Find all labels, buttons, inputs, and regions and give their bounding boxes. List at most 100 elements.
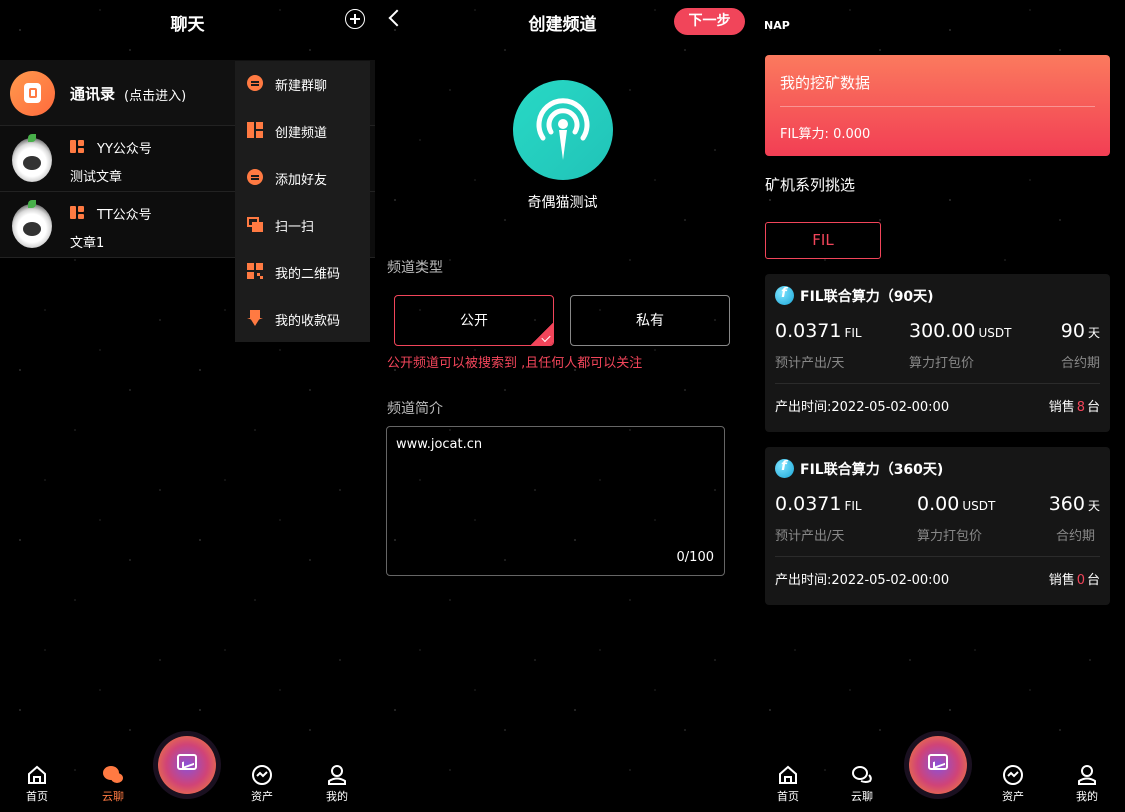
output-time: 产出时间:2022-05-02-00:00: [775, 573, 950, 588]
channel-intro-textarea[interactable]: www.jocat.cn 0/100: [386, 426, 725, 576]
official-account-icon: [70, 140, 84, 153]
center-action-button[interactable]: [158, 736, 216, 794]
menu-item-label: 新建群聊: [275, 79, 328, 94]
qr-code-icon: [247, 263, 263, 279]
tab-label: 资产: [1002, 790, 1024, 803]
term-value: 360 天: [1048, 493, 1100, 515]
filecoin-icon: [775, 286, 794, 305]
tab-home[interactable]: 首页: [12, 764, 62, 804]
tab-chat[interactable]: 云聊: [88, 764, 138, 804]
menu-item-new-group[interactable]: 新建群聊: [235, 61, 370, 108]
chat-header: 聊天: [0, 0, 375, 44]
tab-label: 云聊: [102, 790, 124, 803]
user-icon: [1076, 764, 1098, 786]
fil-power: FIL算力: 0.000: [780, 127, 871, 142]
grid-icon: [247, 122, 263, 138]
product-card[interactable]: FIL联合算力（90天) 0.0371FIL 预计产出/天 300.00USDT…: [765, 274, 1110, 432]
divider: [780, 106, 1095, 107]
menu-item-create-channel[interactable]: 创建频道: [235, 108, 370, 155]
chat-screen: 聊天 通讯录 (点击进入) YY公众号 测试文章 TT公众号 文章1 新建群聊 …: [0, 0, 375, 812]
channel-name: 奇偶猫测试: [527, 195, 598, 211]
intro-text: www.jocat.cn: [396, 437, 483, 452]
series-title: 矿机系列挑选: [765, 176, 856, 194]
tab-home[interactable]: 首页: [763, 764, 813, 804]
menu-item-payment-code[interactable]: 我的收款码: [235, 296, 370, 343]
public-type-option[interactable]: 公开: [394, 295, 554, 346]
tab-mine[interactable]: 我的: [312, 764, 362, 804]
avatar: [12, 134, 52, 182]
next-step-button[interactable]: 下一步: [674, 8, 745, 35]
filecoin-icon: [775, 459, 794, 478]
term-value: 90 天: [1060, 320, 1100, 342]
create-channel-screen: 创建频道 下一步 奇偶猫测试 频道类型 公开 私有 公开频道可以被搜索到 ,且任…: [375, 0, 750, 812]
account-name: TT公众号: [97, 208, 152, 223]
download-shield-icon: [247, 310, 263, 326]
broadcast-antenna-icon: [536, 98, 590, 160]
product-name: FIL联合算力（90天): [800, 289, 934, 305]
channel-type-label: 频道类型: [387, 260, 443, 276]
account-article: 测试文章: [70, 170, 123, 185]
fil-filter-chip[interactable]: FIL: [765, 222, 881, 259]
chat-bubble-icon: [247, 75, 263, 91]
avatar: [12, 200, 52, 248]
output-value: 0.0371 FIL: [775, 493, 862, 515]
price-value: 300.00 USDT: [909, 320, 1012, 342]
chat-bubbles-icon: [851, 764, 873, 786]
term-label: 合约期: [1060, 356, 1100, 371]
tab-mine[interactable]: 我的: [1062, 764, 1112, 804]
scan-icon: [247, 216, 263, 232]
official-account-icon: [70, 206, 84, 219]
chat-bubble-icon: [247, 169, 263, 185]
tab-assets[interactable]: 资产: [237, 764, 287, 804]
mining-screen: NAP 我的挖矿数据 FIL算力: 0.000 矿机系列挑选 FIL FIL联合…: [750, 0, 1125, 812]
contacts-subtitle: (点击进入): [124, 89, 187, 104]
price-value: 0.00 USDT: [917, 493, 996, 515]
menu-item-label: 我的二维码: [275, 267, 341, 282]
contacts-title: 通讯录: [70, 85, 116, 103]
assets-gauge-icon: [1002, 764, 1024, 786]
public-type-label: 公开: [460, 313, 488, 329]
price-label: 算力打包价: [909, 356, 975, 371]
channel-avatar[interactable]: [513, 80, 613, 180]
char-counter: 0/100: [677, 550, 714, 565]
price-label: 算力打包价: [917, 529, 983, 544]
menu-item-label: 扫一扫: [275, 220, 315, 235]
type-hint: 公开频道可以被搜索到 ,且任何人都可以关注: [387, 356, 643, 371]
char-count: 0: [676, 550, 685, 565]
chart-screen-icon: [928, 754, 948, 770]
char-max: /100: [684, 550, 714, 565]
tab-assets[interactable]: 资产: [988, 764, 1038, 804]
menu-item-qr-code[interactable]: 我的二维码: [235, 249, 370, 296]
term-label: 合约期: [1055, 529, 1095, 544]
checkmark-icon: [531, 323, 553, 345]
mining-data-card[interactable]: 我的挖矿数据 FIL算力: 0.000: [765, 55, 1110, 156]
account-name: YY公众号: [97, 142, 152, 157]
product-card[interactable]: FIL联合算力（360天) 0.0371FIL 预计产出/天 0.00USDT …: [765, 447, 1110, 605]
private-type-label: 私有: [636, 313, 664, 329]
tab-label: 云聊: [851, 790, 873, 803]
center-action-button[interactable]: [909, 736, 967, 794]
output-value: 0.0371 FIL: [775, 320, 862, 342]
mining-card-title: 我的挖矿数据: [780, 74, 871, 92]
menu-item-label: 我的收款码: [275, 314, 341, 329]
brand-logo: NAP: [764, 19, 790, 32]
home-icon: [26, 764, 48, 786]
add-plus-icon[interactable]: [345, 9, 365, 29]
channel-intro-label: 频道简介: [387, 401, 443, 417]
private-type-option[interactable]: 私有: [570, 295, 730, 346]
bottom-tab-bar: 首页 云聊 资产 我的: [0, 736, 375, 812]
tab-label: 首页: [26, 790, 48, 803]
assets-gauge-icon: [251, 764, 273, 786]
account-article: 文章1: [70, 236, 105, 251]
user-icon: [326, 764, 348, 786]
product-name: FIL联合算力（360天): [800, 462, 944, 478]
tab-label: 我的: [1076, 790, 1098, 803]
tab-label: 资产: [251, 790, 273, 803]
divider: [775, 556, 1100, 557]
tab-chat[interactable]: 云聊: [837, 764, 887, 804]
sold-count: 销售 8 台: [1048, 400, 1100, 415]
menu-item-add-friend[interactable]: 添加好友: [235, 155, 370, 202]
menu-item-scan[interactable]: 扫一扫: [235, 202, 370, 249]
menu-item-label: 添加好友: [275, 173, 328, 188]
output-label: 预计产出/天: [775, 356, 845, 371]
